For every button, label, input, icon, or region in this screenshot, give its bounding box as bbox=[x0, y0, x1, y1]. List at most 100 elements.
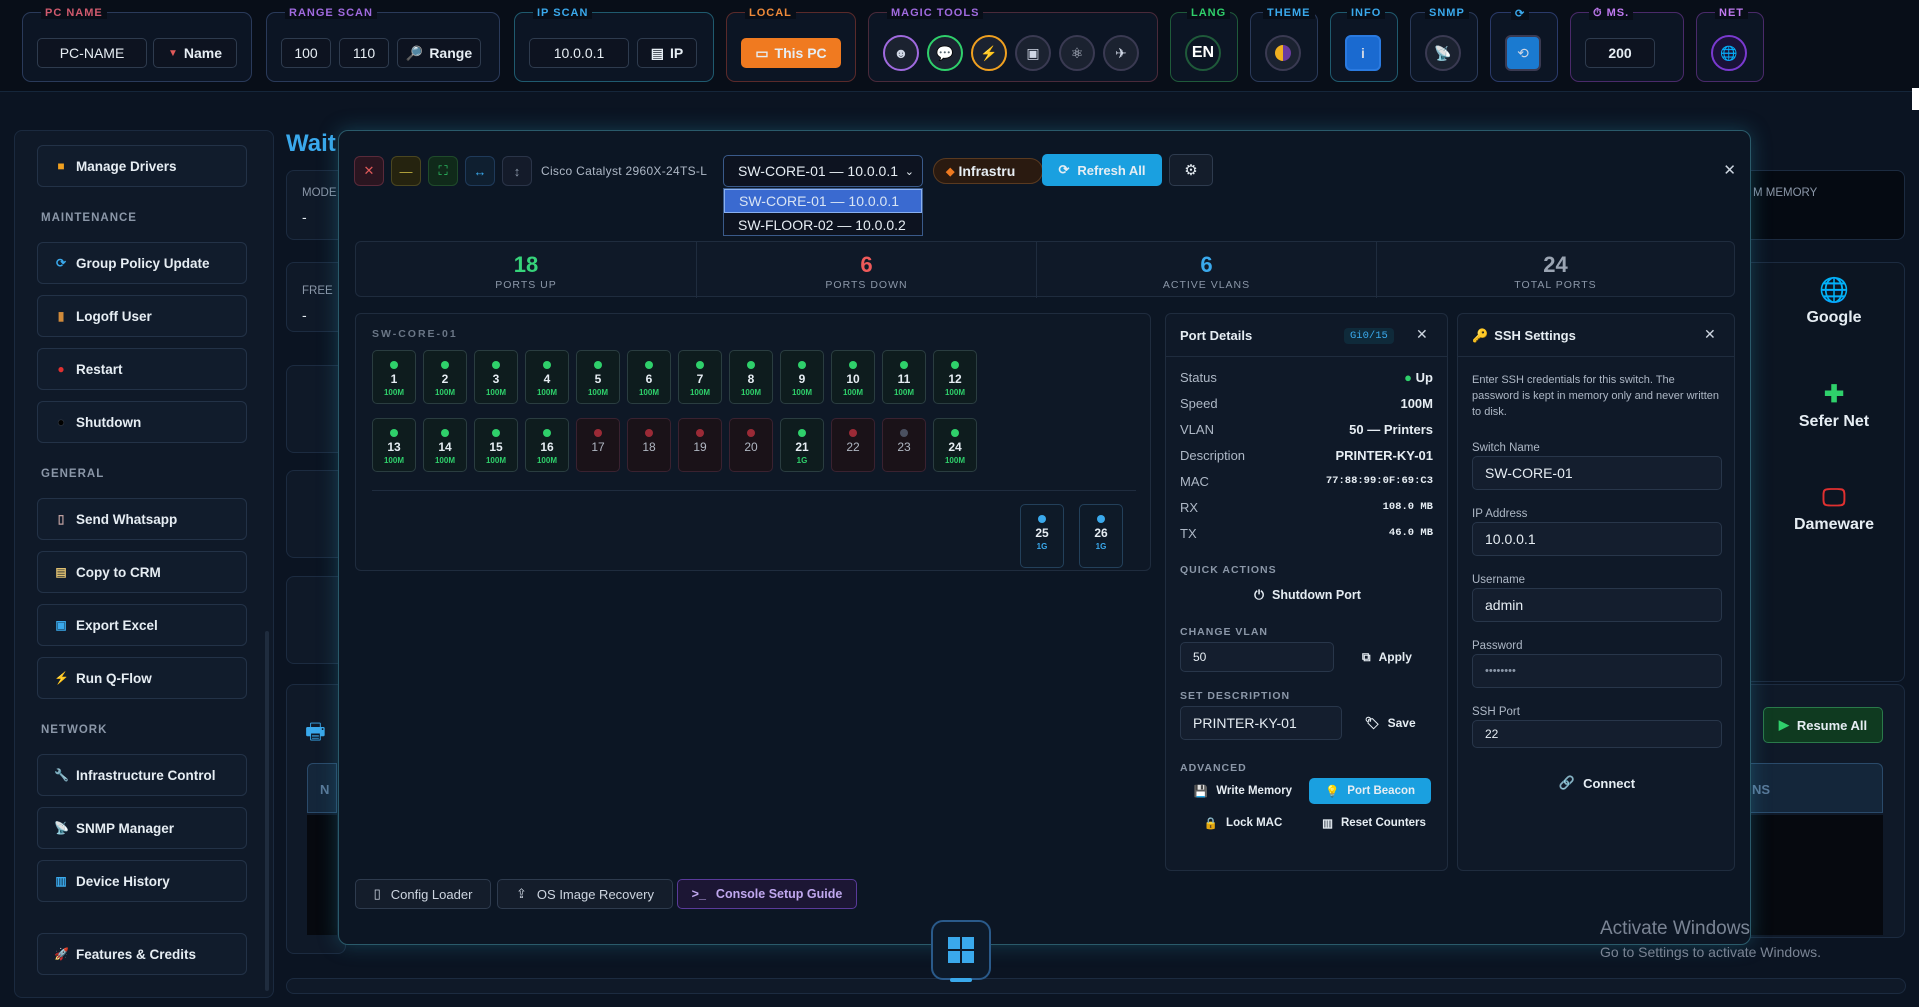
theme-toggle-icon[interactable] bbox=[1265, 35, 1301, 71]
switch-port-12[interactable]: 12 100M bbox=[933, 350, 977, 404]
switch-port-7[interactable]: 7 100M bbox=[678, 350, 722, 404]
switch-port-9[interactable]: 9 100M bbox=[780, 350, 824, 404]
maximize-icon[interactable]: ⛶ bbox=[428, 156, 458, 186]
shutdown-button[interactable]: ● Shutdown bbox=[37, 401, 247, 443]
lang-button[interactable]: EN bbox=[1185, 35, 1221, 71]
pc-name-input[interactable]: PC-NAME bbox=[37, 38, 147, 68]
description-input[interactable]: PRINTER-KY-01 bbox=[1180, 706, 1342, 740]
close-port-details-icon[interactable]: ✕ bbox=[1416, 326, 1428, 343]
switch-port-10[interactable]: 10 100M bbox=[831, 350, 875, 404]
globe-icon[interactable]: 🌐 bbox=[1711, 35, 1747, 71]
switch-select[interactable]: SW-CORE-01 — 10.0.0.1 ⌄ bbox=[723, 155, 923, 187]
port-beacon-button[interactable]: 💡 Port Beacon bbox=[1309, 778, 1431, 804]
save-description-button[interactable]: 🏷 Save bbox=[1348, 710, 1432, 736]
range-button[interactable]: 🔎 Range bbox=[397, 38, 481, 68]
snmp-manager-button[interactable]: 📡 SNMP Manager bbox=[37, 807, 247, 849]
launcher-button[interactable] bbox=[931, 920, 991, 980]
switch-port-16[interactable]: 16 100M bbox=[525, 418, 569, 472]
refresh-all-button[interactable]: ⟳ Refresh All bbox=[1042, 154, 1162, 186]
dameware-shortcut[interactable]: 🖵 Dameware bbox=[1772, 484, 1896, 534]
switch-port-4[interactable]: 4 100M bbox=[525, 350, 569, 404]
printer-icon[interactable]: 🖶 bbox=[305, 715, 326, 753]
uplink-port-26[interactable]: 26 1G bbox=[1079, 504, 1123, 568]
device-history-button[interactable]: ▥ Device History bbox=[37, 860, 247, 902]
console-setup-guide-button[interactable]: >_ Console Setup Guide bbox=[677, 879, 857, 909]
close-ssh-icon[interactable]: ✕ bbox=[1704, 326, 1716, 343]
switch-port-13[interactable]: 13 100M bbox=[372, 418, 416, 472]
run-qflow-button[interactable]: ⚡ Run Q-Flow bbox=[37, 657, 247, 699]
os-image-recovery-button[interactable]: ⇪ OS Image Recovery bbox=[497, 879, 673, 909]
switch-port-22[interactable]: 22 bbox=[831, 418, 875, 472]
switch-port-3[interactable]: 3 100M bbox=[474, 350, 518, 404]
expand-horizontal-icon[interactable]: ↔ bbox=[465, 156, 495, 186]
password-input[interactable]: •••••••• bbox=[1472, 654, 1722, 688]
ip-address-input[interactable]: 10.0.0.1 bbox=[1472, 522, 1722, 556]
info-icon[interactable]: i bbox=[1345, 35, 1381, 71]
send-whatsapp-button[interactable]: ▯ Send Whatsapp bbox=[37, 498, 247, 540]
robot-icon[interactable]: ☻ bbox=[883, 35, 919, 71]
switch-port-8[interactable]: 8 100M bbox=[729, 350, 773, 404]
switch-port-5[interactable]: 5 100M bbox=[576, 350, 620, 404]
switch-option-core[interactable]: SW-CORE-01 — 10.0.0.1 bbox=[724, 189, 922, 213]
config-loader-button[interactable]: ▯ Config Loader bbox=[355, 879, 491, 909]
camera-icon[interactable]: ▣ bbox=[1015, 35, 1051, 71]
name-button[interactable]: ▼ Name bbox=[153, 38, 237, 68]
range-from-input[interactable]: 100 bbox=[281, 38, 331, 68]
horizontal-scrollbar[interactable] bbox=[286, 978, 1906, 994]
write-memory-button[interactable]: 💾 Write Memory bbox=[1180, 778, 1306, 804]
switch-name-input[interactable]: SW-CORE-01 bbox=[1472, 456, 1722, 490]
atom-icon[interactable]: ⚛ bbox=[1059, 35, 1095, 71]
switch-port-6[interactable]: 6 100M bbox=[627, 350, 671, 404]
switch-port-19[interactable]: 19 bbox=[678, 418, 722, 472]
switch-port-18[interactable]: 18 bbox=[627, 418, 671, 472]
switch-option-floor[interactable]: SW-FLOOR-02 — 10.0.0.2 bbox=[724, 213, 922, 237]
modal-close-icon[interactable]: ✕ bbox=[1723, 161, 1736, 179]
resume-all-button[interactable]: ▶ Resume All bbox=[1763, 707, 1883, 743]
switch-port-15[interactable]: 15 100M bbox=[474, 418, 518, 472]
google-shortcut[interactable]: 🌐 Google bbox=[1772, 276, 1896, 327]
ip-button[interactable]: ▤ IP bbox=[637, 38, 697, 68]
switch-port-2[interactable]: 2 100M bbox=[423, 350, 467, 404]
this-pc-button[interactable]: ▭ This PC bbox=[741, 38, 841, 68]
ip-input[interactable]: 10.0.0.1 bbox=[529, 38, 629, 68]
shutdown-port-button[interactable]: ⏻ Shutdown Port bbox=[1180, 582, 1435, 608]
switch-port-17[interactable]: 17 bbox=[576, 418, 620, 472]
apply-vlan-button[interactable]: ⧉ Apply bbox=[1342, 644, 1432, 670]
switch-port-24[interactable]: 24 100M bbox=[933, 418, 977, 472]
range-to-input[interactable]: 110 bbox=[339, 38, 389, 68]
sefer-net-shortcut[interactable]: ✚ Sefer Net bbox=[1772, 380, 1896, 431]
ssh-port-input[interactable]: 22 bbox=[1472, 720, 1722, 748]
satellite-dish-icon[interactable]: 📡 bbox=[1425, 35, 1461, 71]
connect-button[interactable]: 🔗 Connect bbox=[1472, 770, 1722, 796]
minimize-icon[interactable]: — bbox=[391, 156, 421, 186]
close-window-icon[interactable]: ✕ bbox=[354, 156, 384, 186]
sidebar-scrollbar[interactable] bbox=[265, 631, 269, 991]
bolt-icon[interactable]: ⚡ bbox=[971, 35, 1007, 71]
switch-port-23[interactable]: 23 bbox=[882, 418, 926, 472]
copy-to-crm-button[interactable]: ▤ Copy to CRM bbox=[37, 551, 247, 593]
group-policy-update-button[interactable]: ⟳ Group Policy Update bbox=[37, 242, 247, 284]
restart-button[interactable]: ● Restart bbox=[37, 348, 247, 390]
expand-vertical-icon[interactable]: ↕ bbox=[502, 156, 532, 186]
logoff-user-button[interactable]: ▮ Logoff User bbox=[37, 295, 247, 337]
vlan-input[interactable]: 50 bbox=[1180, 642, 1334, 672]
uplink-port-25[interactable]: 25 1G bbox=[1020, 504, 1064, 568]
infrastructure-control-button[interactable]: 🔧 Infrastructure Control bbox=[37, 754, 247, 796]
satellite-icon[interactable]: ✈ bbox=[1103, 35, 1139, 71]
sync-icon[interactable]: ⟲ bbox=[1505, 35, 1541, 71]
features-credits-button[interactable]: 🚀 Features & Credits bbox=[37, 933, 247, 975]
lock-mac-button[interactable]: 🔒 Lock MAC bbox=[1180, 810, 1306, 836]
switch-port-21[interactable]: 21 1G bbox=[780, 418, 824, 472]
page-scrollbar-thumb[interactable] bbox=[1912, 88, 1919, 110]
username-input[interactable]: admin bbox=[1472, 588, 1722, 622]
chat-icon[interactable]: 💬 bbox=[927, 35, 963, 71]
switch-port-14[interactable]: 14 100M bbox=[423, 418, 467, 472]
ms-input[interactable]: 200 bbox=[1585, 38, 1655, 68]
switch-port-11[interactable]: 11 100M bbox=[882, 350, 926, 404]
export-excel-button[interactable]: ▣ Export Excel bbox=[37, 604, 247, 646]
reset-counters-button[interactable]: ▥ Reset Counters bbox=[1309, 810, 1439, 836]
switch-port-1[interactable]: 1 100M bbox=[372, 350, 416, 404]
settings-gear-icon[interactable]: ⚙ bbox=[1169, 154, 1213, 186]
switch-port-20[interactable]: 20 bbox=[729, 418, 773, 472]
manage-drivers-button[interactable]: ■ Manage Drivers bbox=[37, 145, 247, 187]
